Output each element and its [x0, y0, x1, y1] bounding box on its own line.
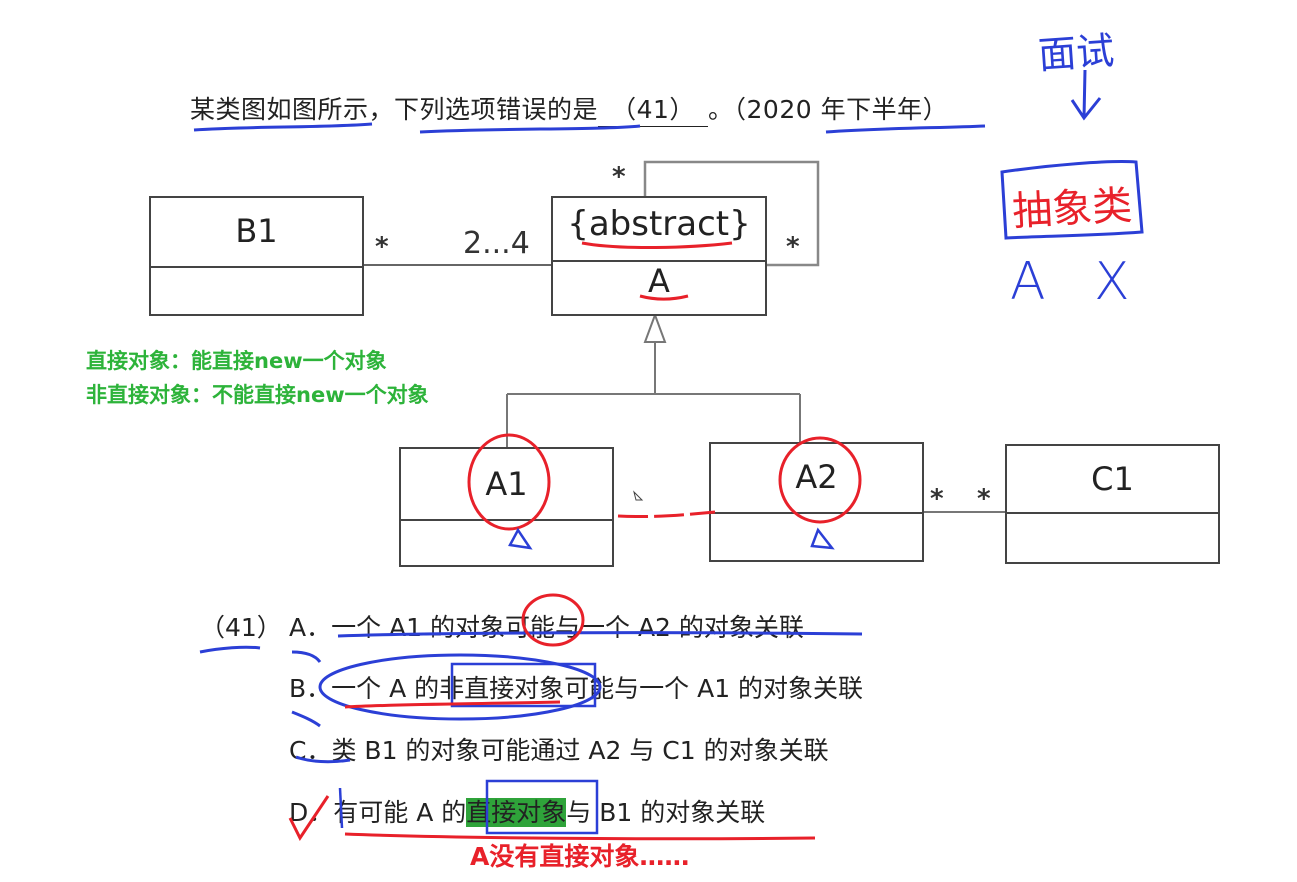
class-c1-name: C1 [1091, 460, 1134, 498]
multiplicity-self-right: * [786, 232, 800, 262]
handwritten-a: A [1010, 252, 1046, 312]
option-c-letter: C． [289, 736, 332, 765]
class-divider [401, 519, 612, 521]
class-a1: A1 [399, 447, 614, 567]
option-d-post: 与 B1 的对象关联 [566, 798, 766, 827]
class-b1: B1 [149, 196, 364, 316]
class-c1: C1 [1005, 444, 1220, 564]
option-d-highlight: 直接对象 [466, 798, 567, 827]
answer-note: A没有直接对象…… [470, 842, 690, 871]
option-b: B．一个 A 的非直接对象可能与一个 A1 的对象关联 [289, 669, 863, 705]
class-a2: A2 [709, 442, 924, 562]
class-a1-name: A1 [485, 465, 528, 503]
multiplicity-a: 2...4 [463, 226, 530, 261]
option-number: （41） [200, 613, 282, 642]
multiplicity-self-top: * [612, 162, 626, 192]
option-a: A．一个 A1 的对象可能与一个 A2 的对象关联 [289, 608, 804, 644]
option-b-letter: B． [289, 674, 332, 703]
note-indirect-object: 非直接对象：不能直接new一个对象 [86, 383, 429, 407]
note-direct-object: 直接对象：能直接new一个对象 [86, 349, 387, 373]
multiplicity-b1: * [375, 232, 389, 262]
option-d: D．有可能 A 的直接对象与 B1 的对象关联 [289, 793, 765, 829]
option-a-letter: A． [289, 613, 332, 642]
class-a-name: A [648, 262, 670, 300]
handwritten-abstract-class: 抽象类 [1011, 182, 1134, 236]
class-b1-name: B1 [235, 212, 278, 250]
option-b-text: 一个 A 的非直接对象可能与一个 A1 的对象关联 [331, 674, 864, 703]
option-c-text: 类 B1 的对象可能通过 A2 与 C1 的对象关联 [331, 736, 829, 765]
class-a2-name: A2 [795, 458, 838, 496]
class-a-stereotype: {abstract} [567, 204, 751, 244]
multiplicity-c1: * [977, 484, 991, 514]
handwritten-interview: 面试 [1036, 28, 1116, 78]
multiplicity-a2-c1: * [930, 484, 944, 514]
handwritten-x: X [1094, 252, 1130, 312]
option-d-pre: 有可能 A 的 [333, 798, 467, 827]
class-divider [1007, 512, 1218, 514]
option-c: C．类 B1 的对象可能通过 A2 与 C1 的对象关联 [289, 731, 829, 767]
option-a-text: 一个 A1 的对象可能与一个 A2 的对象关联 [331, 613, 804, 642]
class-a: {abstract} A [551, 196, 767, 316]
option-d-letter: D． [289, 798, 334, 827]
class-divider [151, 266, 362, 268]
class-divider [711, 512, 922, 514]
